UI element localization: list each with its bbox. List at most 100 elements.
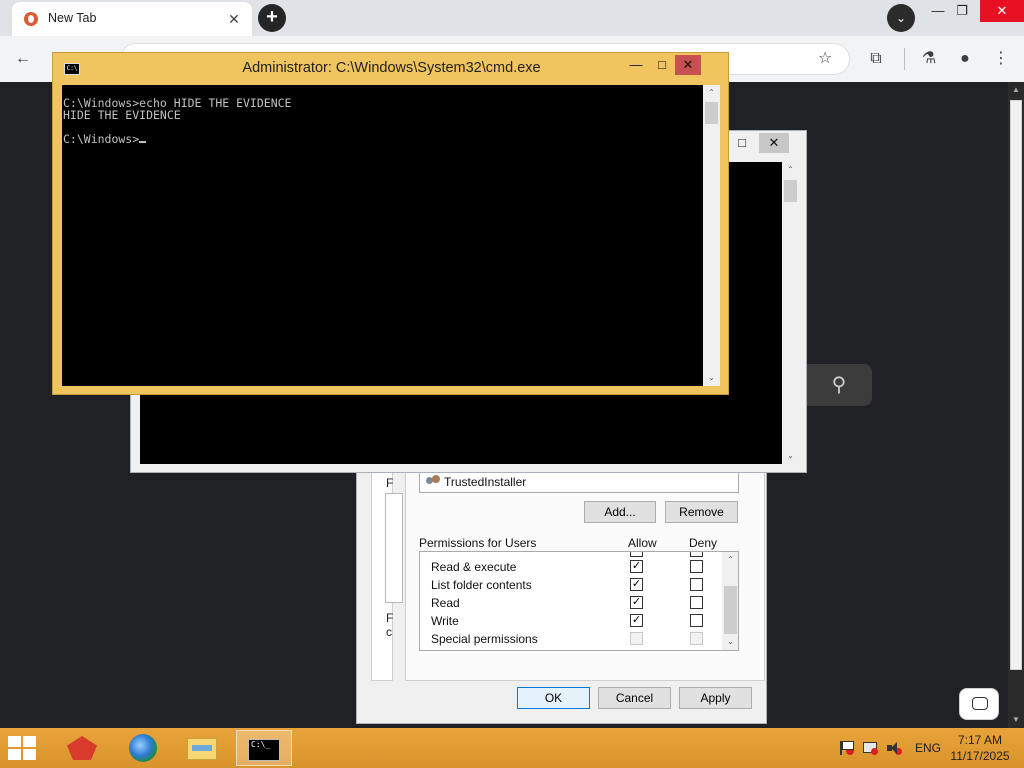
taskbar-app-browser[interactable] bbox=[115, 730, 171, 766]
taskbar: C:\_ ENG 7:17 AM 11/17/2025 bbox=[0, 728, 1024, 768]
permissions-for-label: Permissions for Users bbox=[419, 536, 537, 550]
extensions-icon[interactable]: ⧉ bbox=[863, 46, 889, 72]
chat-bubble-icon bbox=[972, 697, 988, 710]
deny-checkbox[interactable] bbox=[690, 614, 703, 627]
list-item: Read & execute ✓ bbox=[420, 558, 722, 576]
deny-checkbox[interactable] bbox=[690, 578, 703, 591]
taskbar-app-cmd[interactable]: C:\_ bbox=[236, 730, 292, 766]
tab-new-tab[interactable]: New Tab ✕ bbox=[12, 2, 252, 36]
browser-restore-button[interactable]: ❐ bbox=[942, 0, 982, 22]
ok-button[interactable]: OK bbox=[517, 687, 590, 709]
allow-checkbox[interactable] bbox=[630, 552, 643, 557]
permission-name: Read bbox=[431, 596, 460, 610]
tab-close-icon[interactable]: ✕ bbox=[224, 9, 244, 29]
scrollbar-thumb[interactable] bbox=[784, 180, 797, 202]
scrollbar-thumb[interactable] bbox=[1010, 100, 1022, 670]
maximize-button[interactable]: □ bbox=[649, 55, 675, 75]
permissions-scrollbar[interactable]: ⌃ ⌄ bbox=[722, 552, 738, 650]
list-item: Read ✓ bbox=[420, 594, 722, 612]
clock-date: 11/17/2025 bbox=[950, 749, 1010, 763]
new-tab-button[interactable]: + bbox=[258, 4, 286, 32]
permissions-list: Read & execute ✓ List folder contents ✓ … bbox=[419, 551, 739, 651]
browser-globe-icon bbox=[129, 734, 157, 762]
deny-checkbox bbox=[690, 632, 703, 645]
scroll-up-arrow-icon[interactable]: ▲ bbox=[1008, 82, 1024, 98]
list-item: Special permissions bbox=[420, 630, 722, 648]
browser-close-button[interactable]: ✕ bbox=[980, 0, 1024, 22]
users-group-icon bbox=[426, 475, 442, 489]
windows-start-icon[interactable] bbox=[8, 736, 38, 760]
console-scrollbar[interactable]: ⌃ ⌄ bbox=[703, 85, 720, 386]
allow-checkbox[interactable]: ✓ bbox=[630, 614, 643, 627]
list-item: Write ✓ bbox=[420, 612, 722, 630]
scroll-down-arrow-icon[interactable]: ⌄ bbox=[782, 448, 799, 464]
bookmark-star-icon[interactable]: ☆ bbox=[812, 46, 838, 72]
taskbar-app-fox[interactable] bbox=[55, 730, 111, 766]
close-button[interactable]: ✕ bbox=[675, 55, 701, 75]
scroll-up-arrow-icon[interactable]: ⌃ bbox=[703, 85, 720, 101]
taskbar-app-file-explorer[interactable] bbox=[175, 730, 231, 766]
clock[interactable]: 7:17 AM 11/17/2025 bbox=[944, 732, 1016, 764]
remove-button[interactable]: Remove bbox=[665, 501, 738, 523]
tab-strip: New Tab ✕ + ⌄ — ❐ ✕ bbox=[0, 0, 1024, 36]
console-output[interactable]: C:\Windows>echo HIDE THE EVIDENCE HIDE T… bbox=[62, 85, 703, 386]
fox-logo-icon bbox=[67, 736, 97, 760]
clock-time: 7:17 AM bbox=[957, 733, 1003, 747]
partial-label: F bbox=[386, 611, 394, 625]
menu-kebab-icon[interactable]: ⋮ bbox=[988, 46, 1014, 72]
scroll-down-arrow-icon[interactable]: ▼ bbox=[1008, 712, 1024, 728]
search-icon[interactable]: ⚲ bbox=[806, 364, 872, 406]
cancel-button[interactable]: Cancel bbox=[598, 687, 671, 709]
partial-label: c bbox=[386, 625, 392, 639]
add-button[interactable]: Add... bbox=[584, 501, 656, 523]
scroll-down-arrow-icon[interactable]: ⌄ bbox=[722, 634, 738, 650]
deny-checkbox[interactable] bbox=[690, 560, 703, 573]
allow-checkbox[interactable]: ✓ bbox=[630, 560, 643, 573]
tab-search-icon[interactable]: ⌄ bbox=[887, 4, 915, 32]
list-item: List folder contents ✓ bbox=[420, 576, 722, 594]
scroll-up-arrow-icon[interactable]: ⌃ bbox=[722, 552, 738, 568]
folder-icon bbox=[187, 738, 217, 760]
group-user-name[interactable]: TrustedInstaller bbox=[444, 475, 526, 489]
close-button[interactable]: ✕ bbox=[759, 133, 789, 153]
back-arrow-icon[interactable]: ← bbox=[10, 46, 36, 72]
cmd-window[interactable]: C:\ Administrator: C:\Windows\System32\c… bbox=[52, 52, 729, 395]
tab-title: New Tab bbox=[48, 11, 97, 25]
scroll-down-arrow-icon[interactable]: ⌄ bbox=[703, 370, 720, 386]
permission-name: Read & execute bbox=[431, 560, 517, 574]
console-line: HIDE THE EVIDENCE bbox=[63, 108, 181, 122]
deny-checkbox[interactable] bbox=[690, 596, 703, 609]
console-scrollbar[interactable]: ⌃ ⌄ bbox=[782, 162, 799, 464]
scrollbar-thumb[interactable] bbox=[724, 586, 737, 634]
action-center-flag-icon[interactable] bbox=[838, 740, 854, 756]
permission-name: Write bbox=[431, 614, 459, 628]
duckduckgo-icon bbox=[24, 12, 38, 26]
network-icon[interactable] bbox=[862, 740, 878, 756]
partial-label: F bbox=[386, 476, 394, 490]
maximize-button[interactable]: □ bbox=[727, 133, 757, 153]
allow-checkbox[interactable]: ✓ bbox=[630, 596, 643, 609]
permissions-dialog: F F c TrustedInstaller Add... Remove Per… bbox=[356, 460, 767, 724]
deny-checkbox[interactable] bbox=[690, 552, 703, 557]
permission-name: List folder contents bbox=[431, 578, 532, 592]
scroll-up-arrow-icon[interactable]: ⌃ bbox=[782, 162, 799, 178]
allow-checkbox bbox=[630, 632, 643, 645]
scrollbar-thumb[interactable] bbox=[705, 102, 718, 124]
text-cursor bbox=[139, 141, 147, 143]
volume-icon[interactable] bbox=[886, 740, 902, 756]
allow-checkbox[interactable]: ✓ bbox=[630, 578, 643, 591]
labs-flask-icon[interactable]: ⚗ bbox=[916, 46, 942, 72]
language-indicator[interactable]: ENG bbox=[915, 741, 941, 755]
cmd-icon: C:\_ bbox=[248, 739, 280, 761]
page-scrollbar[interactable]: ▲ ▼ bbox=[1008, 82, 1024, 728]
permission-name: Special permissions bbox=[431, 632, 538, 646]
deny-column-header: Deny bbox=[689, 536, 718, 550]
apply-button[interactable]: Apply bbox=[679, 687, 752, 709]
profile-icon[interactable]: ● bbox=[952, 46, 978, 72]
console-prompt-line[interactable]: C:\Windows> bbox=[63, 133, 703, 145]
minimize-button[interactable]: — bbox=[623, 55, 649, 75]
group-user-list[interactable]: TrustedInstaller bbox=[419, 471, 739, 493]
chat-button[interactable] bbox=[959, 688, 999, 720]
console-prompt: C:\Windows> bbox=[63, 132, 140, 146]
